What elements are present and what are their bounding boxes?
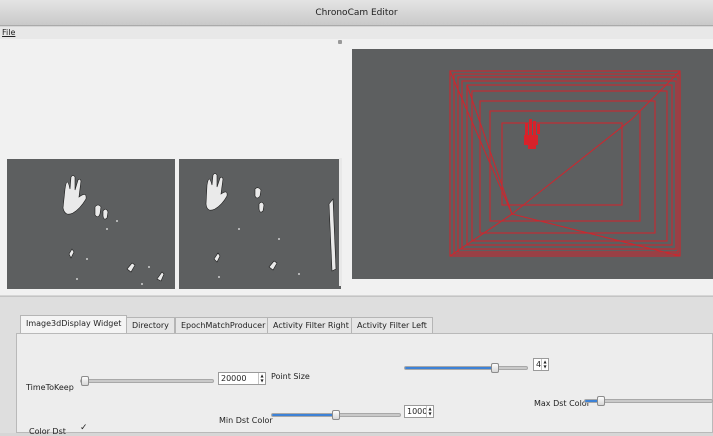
- time-to-keep-value: 20000: [221, 374, 247, 383]
- 3d-point-cloud: [449, 70, 681, 257]
- menu-file[interactable]: File: [2, 27, 15, 39]
- left-event-image: [62, 175, 165, 285]
- point-size-slider-handle[interactable]: [491, 363, 499, 373]
- max-dst-color-label: Max Dst Color: [534, 399, 590, 408]
- time-to-keep-spinbox[interactable]: 20000 ▲ ▼: [218, 372, 266, 385]
- max-dst-color-slider[interactable]: [584, 396, 713, 406]
- color-dst-label: Color Dst: [29, 427, 66, 436]
- point-size-slider[interactable]: [404, 363, 528, 373]
- tab-panel: [16, 333, 713, 433]
- camera-view-border: [339, 158, 342, 286]
- time-to-keep-slider-handle[interactable]: [81, 376, 89, 386]
- min-dst-color-spinbox[interactable]: 1000 ▲ ▼: [404, 405, 434, 418]
- min-dst-color-value: 1000: [407, 407, 428, 416]
- spin-arrows-icon[interactable]: ▲ ▼: [258, 373, 265, 384]
- tab-epochmatchproducer[interactable]: EpochMatchProducer: [175, 317, 272, 333]
- min-dst-color-slider-fill: [272, 414, 336, 416]
- tab-image3ddisplay-widget[interactable]: Image3dDisplay Widget: [20, 315, 128, 334]
- max-dst-color-slider-fill: [585, 400, 598, 402]
- tab-activity-filter-right[interactable]: Activity Filter Right: [267, 317, 355, 333]
- right-camera-view: [179, 159, 341, 289]
- right-event-image: [205, 173, 337, 278]
- checkmark-icon: ✓: [80, 423, 88, 433]
- spin-arrows-icon[interactable]: ▲ ▼: [426, 406, 433, 417]
- window-titlebar: ChronoCam Editor: [0, 0, 713, 26]
- spin-arrows-icon[interactable]: ▲ ▼: [541, 359, 548, 370]
- 3d-display-view[interactable]: [352, 49, 713, 279]
- point-size-spinbox[interactable]: 4 ▲ ▼: [533, 358, 549, 371]
- point-size-slider-fill: [405, 367, 497, 369]
- color-dst-checkbox[interactable]: ✓: [80, 424, 89, 433]
- tab-directory[interactable]: Directory: [126, 317, 175, 333]
- menu-bar: File: [0, 27, 713, 39]
- min-dst-color-slider-handle[interactable]: [332, 410, 340, 420]
- splitter-handle[interactable]: [338, 40, 342, 44]
- window-title: ChronoCam Editor: [315, 8, 398, 18]
- point-size-label: Point Size: [271, 372, 310, 381]
- left-camera-view: [7, 159, 175, 289]
- min-dst-color-label: Min Dst Color: [219, 416, 273, 425]
- tab-activity-filter-left[interactable]: Activity Filter Left: [351, 317, 433, 333]
- max-dst-color-slider-handle[interactable]: [597, 396, 605, 406]
- min-dst-color-slider[interactable]: [271, 410, 401, 420]
- time-to-keep-slider[interactable]: [80, 376, 214, 386]
- time-to-keep-label: TimeToKeep: [26, 383, 74, 392]
